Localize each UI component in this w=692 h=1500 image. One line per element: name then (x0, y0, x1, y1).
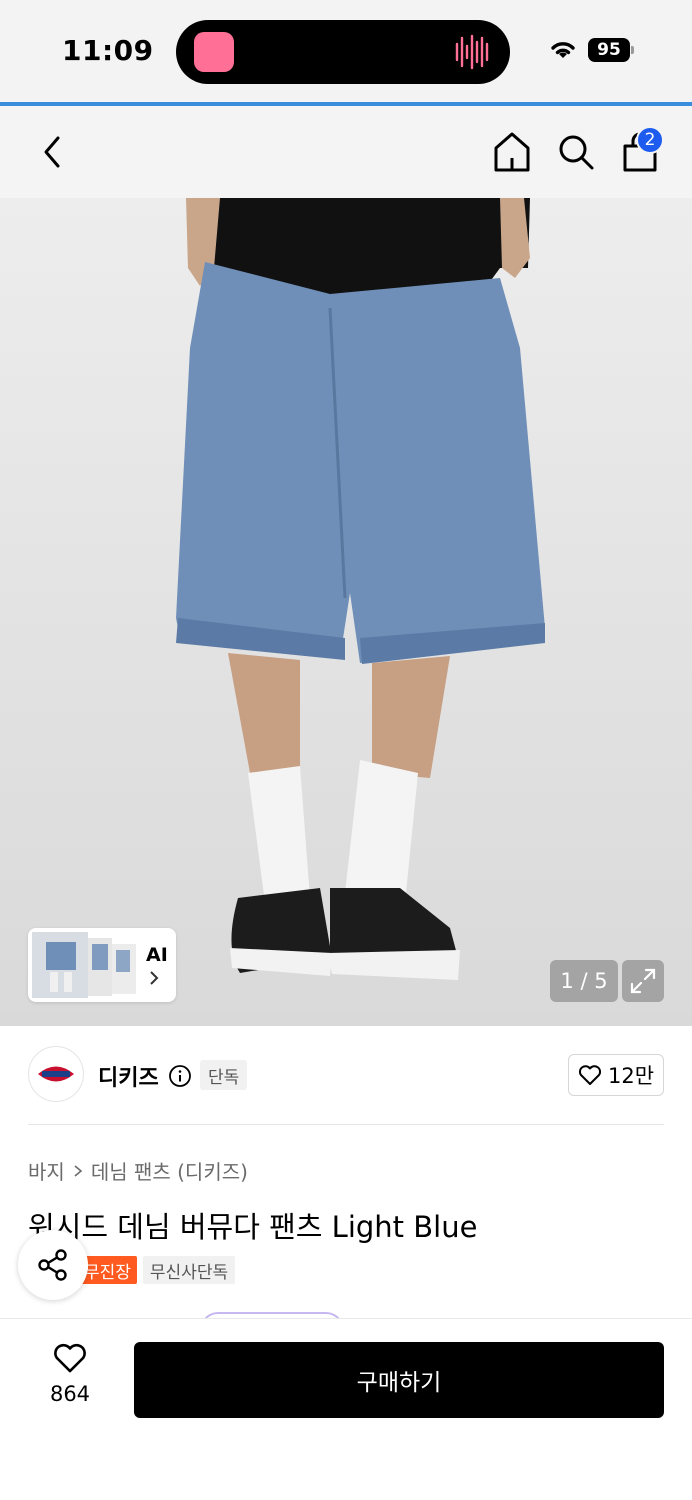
dickies-logo (38, 1066, 74, 1082)
back-arrow-icon[interactable] (34, 132, 74, 172)
heart-icon (54, 1343, 86, 1373)
brand-logo[interactable] (28, 1046, 84, 1102)
breadcrumb-subcategory[interactable]: 데님 팬츠 (디키즈) (91, 1156, 248, 1185)
now-playing-app-icon (194, 32, 234, 72)
audio-waveform-icon (455, 34, 489, 70)
product-title: 워시드 데님 버뮤다 팬츠 Light Blue (28, 1210, 478, 1244)
share-icon (38, 1249, 67, 1281)
product-image[interactable] (0, 198, 692, 1026)
brand-like-button[interactable]: 12만 (568, 1054, 664, 1096)
battery-indicator: 95 (588, 38, 634, 62)
divider (28, 1124, 664, 1125)
share-button[interactable] (18, 1230, 88, 1300)
dynamic-island (176, 20, 510, 84)
info-icon[interactable] (168, 1064, 192, 1088)
breadcrumb: 바지 데님 팬츠 (디키즈) (28, 1156, 248, 1185)
product-photo (176, 198, 545, 980)
search-icon[interactable] (556, 132, 596, 172)
expand-icon (630, 968, 656, 994)
buy-button[interactable]: 구매하기 (134, 1342, 664, 1418)
exclusive-badge: 단독 (200, 1060, 248, 1090)
status-bar: 11:09 95 (0, 0, 692, 104)
thumbnail-images (32, 932, 136, 998)
wifi-icon (551, 42, 575, 58)
home-icon[interactable] (492, 130, 532, 174)
ai-label: AI (146, 944, 168, 966)
top-nav (0, 106, 692, 198)
status-indicators: 95 (548, 38, 634, 62)
cart-count-badge: 2 (636, 126, 664, 154)
expand-image-button[interactable] (622, 960, 664, 1002)
heart-icon (578, 1065, 601, 1085)
chevron-right-icon (150, 971, 159, 985)
wish-button[interactable]: 864 (36, 1342, 104, 1416)
brand-like-count: 12만 (607, 1064, 655, 1088)
breadcrumb-category[interactable]: 바지 (28, 1156, 65, 1185)
chevron-right-icon (74, 1164, 83, 1177)
brand-name[interactable]: 디키즈 (98, 1060, 159, 1092)
image-page-counter: 1 / 5 (550, 960, 618, 1002)
tag-musinsa-exclusive: 무신사단독 (142, 1256, 236, 1284)
ai-style-thumbnail-card[interactable]: AI (28, 928, 176, 1002)
wish-count: 864 (49, 1382, 91, 1406)
status-time: 11:09 (62, 34, 154, 67)
